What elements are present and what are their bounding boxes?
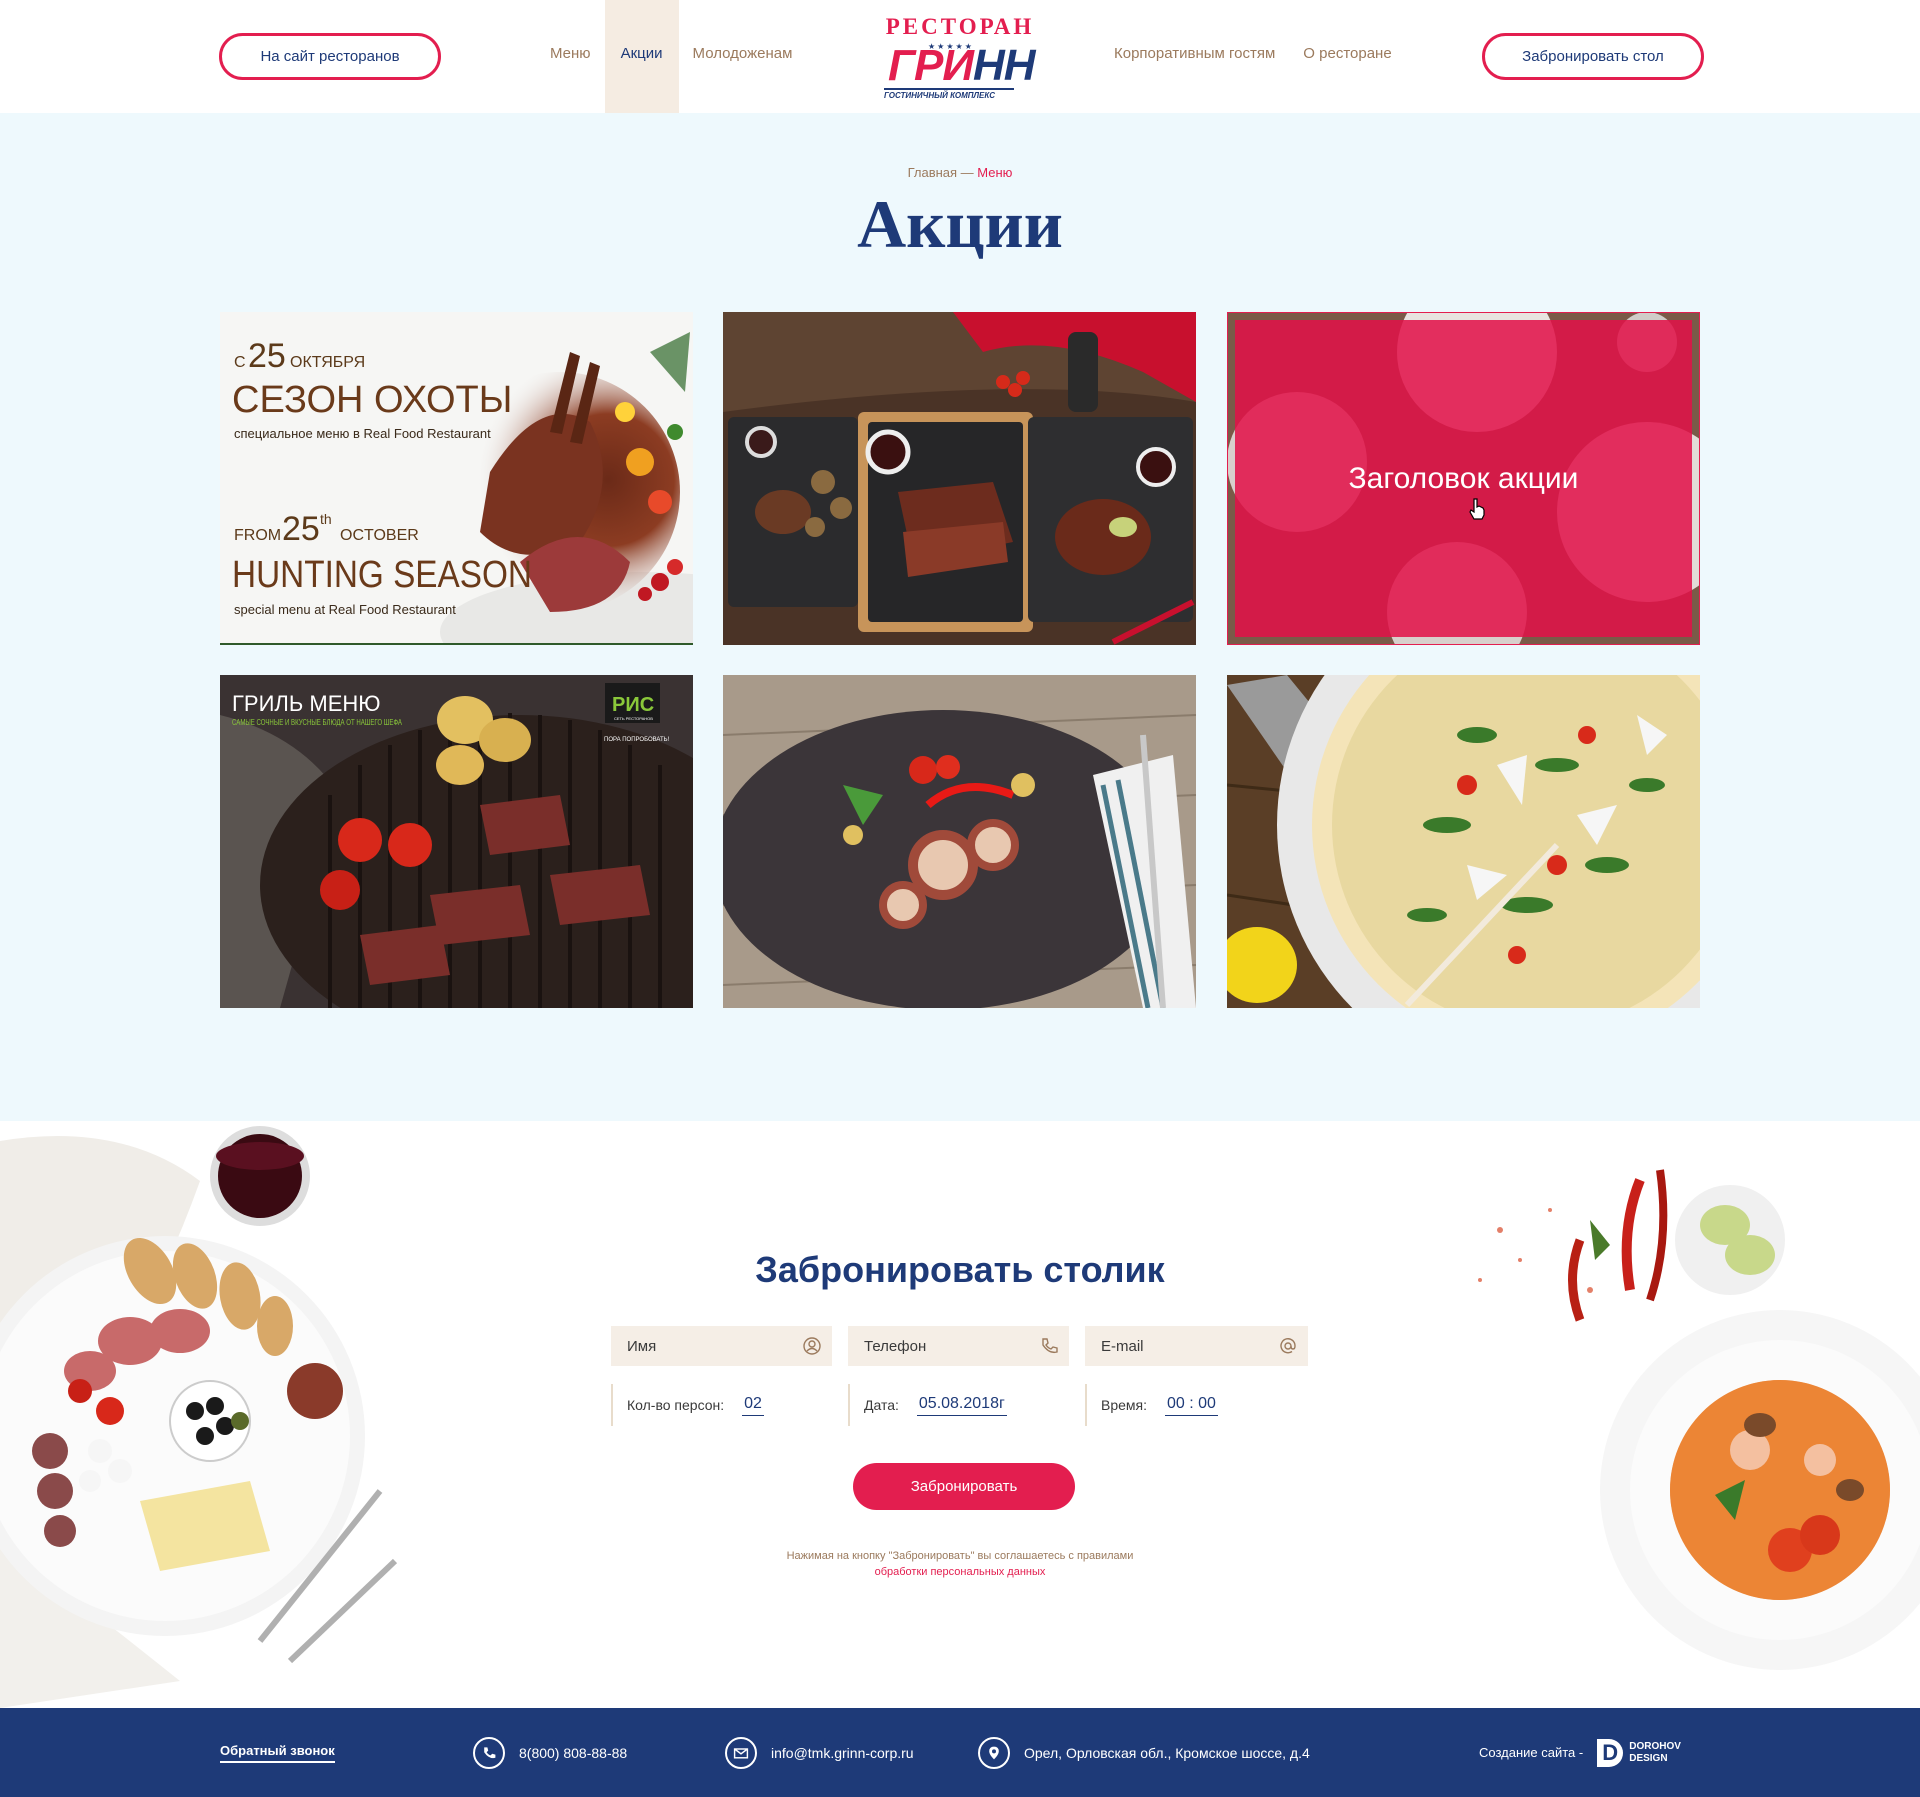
phone-icon (1042, 1338, 1058, 1354)
octopus-image (723, 675, 1196, 1008)
promo-hover-title: Заголовок акции (1348, 461, 1579, 495)
time-value[interactable]: 00 : 00 (1165, 1395, 1218, 1416)
at-sign-icon (1280, 1338, 1296, 1354)
appetizer-plate-decoration (0, 1126, 398, 1708)
hunting-line2-sup: th (320, 511, 332, 527)
date-label: Дата: (864, 1397, 899, 1413)
consent-note: Нажимая на кнопку "Забронировать" вы сог… (0, 1548, 1920, 1580)
hunting-line2-prefix: FROM (234, 527, 281, 544)
grill-sub: САМЫЕ СОЧНЫЕ И ВКУСНЫЕ БЛЮДА ОТ НАШЕГО Ш… (232, 718, 402, 727)
footer-phone-text: 8(800) 808-88-88 (519, 1744, 628, 1761)
grill-badge: РИС (612, 694, 654, 716)
footer-address[interactable]: Орел, Орловская обл., Кромское шоссе, д.… (978, 1708, 1310, 1797)
phone-field[interactable] (848, 1326, 1069, 1366)
email-field[interactable] (1085, 1326, 1308, 1366)
footer-email-text: info@tmk.grinn-corp.ru (771, 1744, 914, 1761)
hunting-line2-suffix: OCTOBER (340, 527, 419, 544)
hunting-line1-prefix: С (234, 354, 246, 371)
site-footer: Обратный звонок 8(800) 808-88-88 info@tm… (0, 1708, 1920, 1797)
restaurants-site-button[interactable]: На сайт ресторанов (219, 33, 441, 80)
date-selector[interactable]: Дата: 05.08.2018г (848, 1384, 1069, 1426)
nav-item-corporate[interactable]: Корпоративным гостям (1100, 0, 1289, 113)
nav-item-menu[interactable]: Меню (536, 0, 605, 113)
hunting-sub-en: special menu at Real Food Restaurant (234, 602, 456, 617)
main-nav-right: Корпоративным гостям О ресторане (1100, 0, 1406, 113)
hunting-season-image: С 25 ОКТЯБРЯ СЕЗОН ОХОТЫ специальное мен… (220, 312, 693, 645)
page-title: Акции (857, 186, 1063, 262)
breadcrumb: Главная — Меню (0, 165, 1920, 180)
nav-item-promotions[interactable]: Акции (604, 0, 679, 113)
phone-input[interactable] (864, 1337, 1034, 1355)
made-by-label: Создание сайта - (1479, 1745, 1584, 1760)
promo-card-hunting-season[interactable]: С 25 ОКТЯБРЯ СЕЗОН ОХОТЫ специальное мен… (220, 312, 693, 645)
phone-icon (473, 1736, 505, 1769)
user-icon (803, 1337, 821, 1355)
dev-logo-line2: DESIGN (1629, 1752, 1668, 1764)
footer-address-text: Орел, Орловская обл., Кромское шоссе, д.… (1024, 1744, 1310, 1761)
date-value[interactable]: 05.08.2018г (916, 1395, 1007, 1416)
hand-pointer-icon (1469, 498, 1485, 520)
main-nav-left: Меню Акции Молодоженам (536, 0, 806, 113)
steaks-image (723, 312, 1196, 645)
hunting-line2-num: 25 (282, 510, 320, 548)
hunting-line1-num: 25 (248, 337, 286, 375)
breadcrumb-current[interactable]: Меню (977, 165, 1012, 180)
hunting-sub-ru: специальное меню в Real Food Restaurant (234, 426, 491, 441)
breadcrumb-separator: — (957, 165, 978, 180)
dev-logo-line1: DOROHOV (1629, 1740, 1681, 1752)
restaurant-logo[interactable]: РЕСТОРАН ★★★★★ ГРИНН ГОСТИНИЧНЫЙ КОМПЛЕК… (880, 14, 1040, 104)
hunting-headline-en: HUNTING SEASON (232, 554, 532, 596)
grill-headline: ГРИЛЬ МЕНЮ (232, 691, 381, 716)
promo-card-octopus[interactable] (723, 675, 1196, 1008)
hunting-line1-suffix: ОКТЯБРЯ (290, 354, 365, 371)
promo-card-pizza[interactable] (1227, 675, 1700, 1008)
persons-label: Кол-во персон: (627, 1397, 725, 1413)
promo-hover-overlay[interactable]: Заголовок акции (1235, 320, 1692, 637)
logo-brand: ГРИНН (888, 41, 1036, 90)
book-table-button[interactable]: Забронировать стол (1482, 33, 1704, 80)
grill-badge-tag: ПОРА ПОПРОБОВАТЬ! (604, 737, 670, 743)
callback-link[interactable]: Обратный звонок (220, 1708, 335, 1797)
time-selector[interactable]: Время: 00 : 00 (1085, 1384, 1308, 1426)
promo-card-hover[interactable]: Заголовок акции (1227, 312, 1700, 645)
callback-label: Обратный звонок (220, 1743, 335, 1763)
pizza-image (1227, 675, 1700, 1008)
nav-item-newlyweds[interactable]: Молодоженам (679, 0, 807, 113)
envelope-icon (725, 1736, 757, 1769)
dorohov-mark-icon: D (1597, 1738, 1624, 1767)
name-field[interactable] (611, 1326, 832, 1366)
privacy-policy-link[interactable]: обработки персональных данных (875, 1566, 1046, 1578)
nav-item-about[interactable]: О ресторане (1289, 0, 1405, 113)
time-label: Время: (1101, 1397, 1148, 1413)
logo-brand-red: ГРИ (888, 41, 974, 90)
breadcrumb-home[interactable]: Главная (908, 165, 957, 180)
soup-bowl-decoration (1478, 1169, 1920, 1670)
developer-credit[interactable]: Создание сайта - D DOROHOV DESIGN (1479, 1708, 1681, 1797)
submit-booking-button[interactable]: Забронировать (853, 1463, 1075, 1510)
logo-word-restaurant: РЕСТОРАН (885, 14, 1035, 39)
persons-selector[interactable]: Кол-во персон: 02 (611, 1384, 832, 1426)
site-header: На сайт ресторанов Меню Акции Молодожена… (0, 0, 1920, 113)
hunting-headline-ru: СЕЗОН ОХОТЫ (232, 379, 512, 421)
logo-subtitle: ГОСТИНИЧНЫЙ КОМПЛЕКС (884, 88, 1014, 100)
dorohov-design-logo: D DOROHOV DESIGN (1597, 1738, 1681, 1767)
promo-card-steaks[interactable] (723, 312, 1196, 645)
email-input[interactable] (1101, 1337, 1271, 1355)
map-pin-icon (978, 1736, 1010, 1769)
name-input[interactable] (627, 1337, 797, 1355)
grill-menu-image: РИС СЕТЬ РЕСТОРАНОВ ПОРА ПОПРОБОВАТЬ! ГР… (220, 675, 693, 1008)
grill-badge-sub: СЕТЬ РЕСТОРАНОВ (614, 716, 653, 721)
persons-value[interactable]: 02 (742, 1395, 764, 1416)
consent-text: Нажимая на кнопку "Забронировать" вы сог… (786, 1550, 1134, 1562)
promo-card-grill-menu[interactable]: РИС СЕТЬ РЕСТОРАНОВ ПОРА ПОПРОБОВАТЬ! ГР… (220, 675, 693, 1008)
logo-brand-blue: НН (973, 41, 1036, 90)
footer-phone[interactable]: 8(800) 808-88-88 (473, 1708, 627, 1797)
footer-email[interactable]: info@tmk.grinn-corp.ru (725, 1708, 914, 1797)
